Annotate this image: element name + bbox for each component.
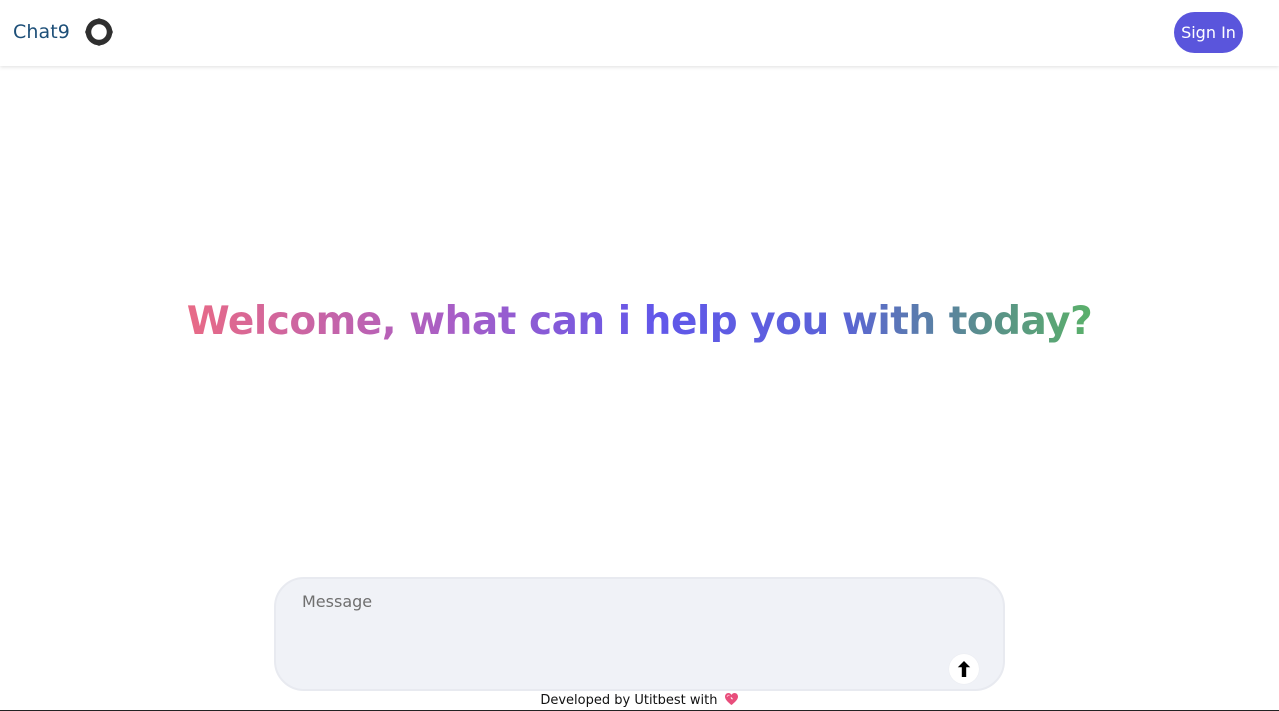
welcome-heading: Welcome, what can i help you with today? bbox=[0, 296, 1279, 348]
sign-in-button[interactable]: Sign In bbox=[1174, 12, 1243, 53]
top-navbar: Chat9 Sign In bbox=[0, 0, 1279, 66]
chat-app: Chat9 Sign In Welcome, what can i help y… bbox=[0, 0, 1279, 711]
chat9-logo-icon bbox=[83, 16, 115, 48]
message-composer bbox=[274, 577, 1005, 691]
developer-credit: Developed by Utitbest with bbox=[540, 693, 718, 708]
brand-home-link[interactable]: Chat9 bbox=[13, 18, 115, 46]
welcome-text: Welcome, what can i help you with today? bbox=[186, 299, 1093, 344]
message-input[interactable] bbox=[302, 591, 952, 671]
brand-name: Chat9 bbox=[13, 21, 70, 43]
heart-icon bbox=[724, 692, 739, 711]
send-button[interactable] bbox=[949, 654, 979, 684]
footer: Developed by Utitbest with bbox=[0, 691, 1279, 711]
arrow-up-icon bbox=[956, 660, 972, 678]
